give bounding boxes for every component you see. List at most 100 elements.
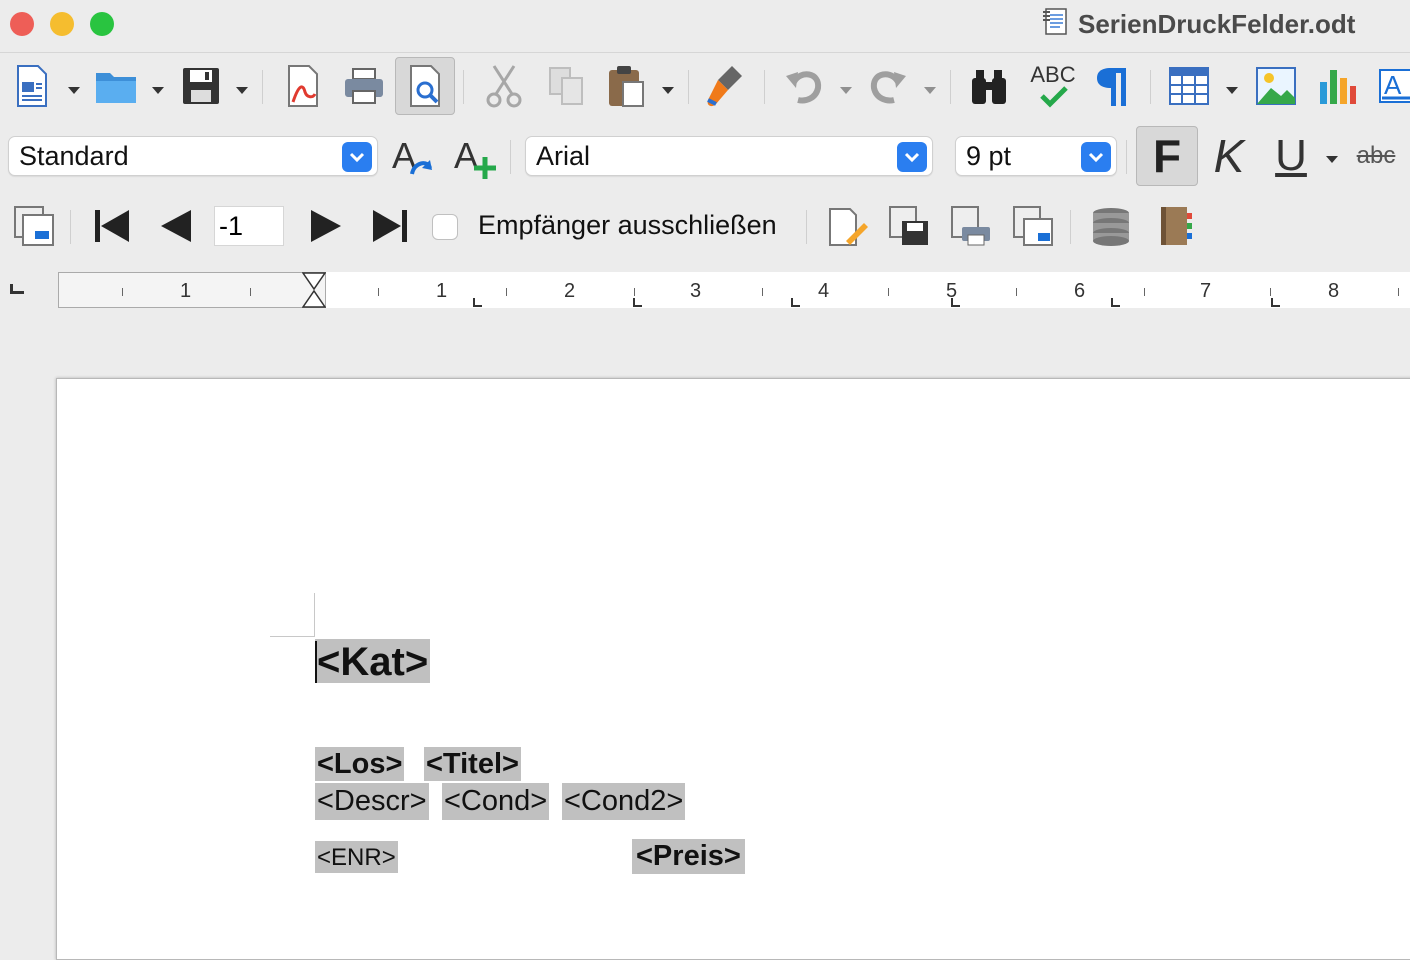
- exclude-recipient-label: Empfänger ausschließen: [478, 210, 777, 240]
- field-cond[interactable]: <Cond>: [442, 783, 550, 820]
- insert-text-box-icon[interactable]: A: [1374, 62, 1410, 110]
- save-merged-documents-icon[interactable]: [884, 202, 934, 250]
- strikethrough-label: abc: [1356, 142, 1396, 169]
- last-record-icon[interactable]: [368, 204, 414, 248]
- spelling-label: ABC: [1030, 62, 1076, 87]
- update-style-icon[interactable]: A: [388, 132, 438, 182]
- insert-image-icon[interactable]: [1252, 62, 1300, 110]
- new-style-icon[interactable]: A: [450, 132, 500, 182]
- document-page[interactable]: <Kat> <Los> <Titel> <Descr> <Cond> <Cond…: [56, 378, 1410, 960]
- ruler-tick: [888, 288, 889, 296]
- field-enr[interactable]: <ENR>: [315, 841, 398, 873]
- spelling-icon[interactable]: ABC: [1026, 60, 1080, 112]
- exclude-recipient-checkbox[interactable]: [432, 214, 458, 240]
- document-area: <Kat> <Los> <Titel> <Descr> <Cond> <Cond…: [0, 310, 1410, 960]
- paste-dropdown[interactable]: [662, 87, 674, 94]
- font-size-value: 9 pt: [966, 140, 1012, 171]
- clone-formatting-icon[interactable]: [700, 62, 750, 110]
- separator: [70, 210, 71, 244]
- minimize-window-button[interactable]: [50, 12, 74, 36]
- separator: [1126, 140, 1127, 174]
- paragraph-style-value: Standard: [19, 140, 129, 171]
- ruler-tick: [378, 288, 379, 296]
- title-bar: SerienDruckFelder.odt: [0, 0, 1410, 53]
- field-kat[interactable]: <Kat>: [315, 639, 431, 683]
- separator: [688, 70, 689, 104]
- save-icon[interactable]: [178, 62, 224, 110]
- save-dropdown[interactable]: [236, 87, 248, 94]
- text-boundary-mark: [314, 593, 315, 637]
- data-source-icon[interactable]: [1086, 202, 1136, 250]
- send-email-messages-icon[interactable]: [1008, 202, 1058, 250]
- print-icon[interactable]: [340, 62, 388, 110]
- field-descr[interactable]: <Descr>: [315, 783, 429, 820]
- paragraph-style-combo[interactable]: Standard: [8, 136, 378, 176]
- chevron-down-icon[interactable]: [897, 142, 927, 172]
- undo-dropdown[interactable]: [840, 87, 852, 94]
- maximize-window-button[interactable]: [90, 12, 114, 36]
- new-document-icon[interactable]: [10, 62, 54, 110]
- mail-merge-wizard-icon[interactable]: [10, 202, 58, 250]
- redo-dropdown[interactable]: [924, 87, 936, 94]
- ruler-tick: [122, 288, 123, 296]
- tab-stop-markers[interactable]: [468, 296, 1348, 308]
- field-preis[interactable]: <Preis>: [632, 839, 745, 874]
- ruler-tick: [250, 288, 251, 296]
- formatting-toolbar: Standard A A Arial 9 pt F K U abc: [0, 124, 1410, 190]
- close-window-button[interactable]: [10, 12, 34, 36]
- indent-marker-icon[interactable]: [301, 272, 327, 308]
- paste-icon[interactable]: [603, 62, 651, 110]
- underline-button[interactable]: U: [1264, 128, 1318, 184]
- new-document-dropdown[interactable]: [68, 87, 80, 94]
- svg-text:A: A: [1384, 70, 1402, 100]
- separator: [463, 70, 464, 104]
- separator: [764, 70, 765, 104]
- undo-icon[interactable]: [780, 62, 828, 110]
- field-titel[interactable]: <Titel>: [424, 747, 521, 781]
- font-size-combo[interactable]: 9 pt: [955, 136, 1117, 176]
- standard-toolbar: ABC A: [0, 56, 1410, 120]
- copy-icon[interactable]: [542, 62, 590, 110]
- previous-record-icon[interactable]: [152, 204, 198, 248]
- separator: [262, 70, 263, 104]
- cut-icon[interactable]: [480, 62, 528, 110]
- underline-dropdown[interactable]: [1326, 156, 1338, 163]
- ruler-number: 1: [436, 280, 448, 302]
- tab-stop-type-icon[interactable]: [10, 284, 24, 294]
- mail-merge-toolbar: Empfänger ausschließen: [0, 194, 1410, 260]
- export-pdf-icon[interactable]: [280, 62, 326, 110]
- address-book-icon[interactable]: [1150, 202, 1200, 250]
- insert-chart-icon[interactable]: [1312, 62, 1362, 110]
- open-dropdown[interactable]: [152, 87, 164, 94]
- font-name-combo[interactable]: Arial: [525, 136, 933, 176]
- ruler-tick: [634, 288, 635, 296]
- first-record-icon[interactable]: [88, 204, 134, 248]
- separator: [1070, 210, 1071, 244]
- ruler-tick: [1016, 288, 1017, 296]
- bold-button[interactable]: F: [1136, 126, 1198, 186]
- field-los[interactable]: <Los>: [315, 747, 405, 781]
- insert-table-dropdown[interactable]: [1226, 87, 1238, 94]
- field-cond2[interactable]: <Cond2>: [562, 783, 686, 820]
- ruler-tick: [506, 288, 507, 296]
- horizontal-ruler[interactable]: 1 1 2 3 4 5 6 7 8: [0, 266, 1410, 310]
- italic-button[interactable]: K: [1202, 128, 1256, 184]
- ruler-tick: [1270, 288, 1271, 296]
- open-folder-icon[interactable]: [92, 62, 140, 110]
- edit-document-icon[interactable]: [822, 202, 872, 250]
- formatting-marks-icon[interactable]: [1090, 62, 1136, 110]
- chevron-down-icon[interactable]: [1081, 142, 1111, 172]
- ruler-left-margin: [58, 272, 326, 308]
- insert-table-icon[interactable]: [1164, 62, 1214, 110]
- record-number-input[interactable]: [214, 206, 284, 246]
- ruler-tick: [1144, 288, 1145, 296]
- window-title: SerienDruckFelder.odt: [1040, 6, 1355, 42]
- next-record-icon[interactable]: [304, 204, 350, 248]
- find-replace-icon[interactable]: [964, 62, 1014, 110]
- text-cursor: [315, 641, 317, 683]
- print-merged-documents-icon[interactable]: [946, 202, 996, 250]
- print-preview-icon[interactable]: [395, 57, 455, 115]
- redo-icon[interactable]: [864, 62, 912, 110]
- chevron-down-icon[interactable]: [342, 142, 372, 172]
- strikethrough-button[interactable]: abc: [1350, 134, 1402, 178]
